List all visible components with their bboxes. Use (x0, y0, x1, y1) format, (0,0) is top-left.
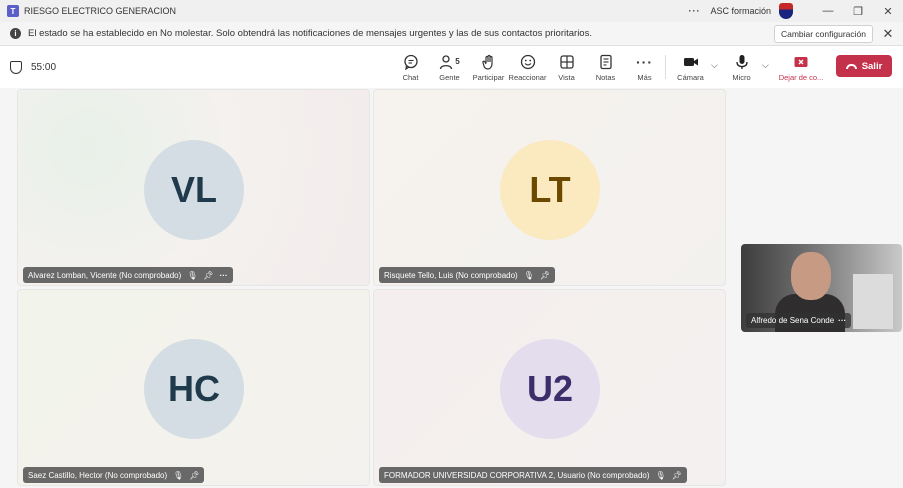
minimize-button[interactable]: — (813, 0, 843, 22)
more-label: Más (637, 72, 652, 82)
people-count-badge: 5 (455, 57, 460, 66)
video-person-face (791, 252, 831, 300)
raise-hand-label: Participar (472, 72, 505, 82)
participant-tile[interactable]: VL Alvarez Lomban, Vicente (No comprobad… (17, 89, 370, 286)
leave-label: Salir (861, 60, 883, 72)
participant-tile[interactable]: U2 FORMADOR UNIVERSIDAD CORPORATIVA 2, U… (373, 289, 726, 486)
stop-sharing-button[interactable]: Dejar de co... (777, 46, 825, 88)
people-icon: 5 (439, 53, 460, 71)
chat-button[interactable]: Chat (391, 46, 430, 88)
leave-button[interactable]: Salir (836, 55, 892, 77)
pin-icon[interactable]: 📌︎ (189, 471, 199, 480)
mic-off-icon: 🎙︎ (187, 270, 198, 280)
view-button[interactable]: Vista (547, 46, 586, 88)
react-label: Reaccionar (508, 72, 547, 82)
notes-label: Notas (595, 72, 616, 82)
mic-options-chevron-icon[interactable]: ⌵ (762, 60, 769, 71)
close-notification-icon[interactable]: ✕ (881, 26, 895, 42)
self-video-nameplate: Alfredo de Sena Conde ··· (746, 313, 852, 328)
pin-icon[interactable]: 📌︎ (540, 271, 550, 280)
more-icon: ··· (636, 53, 653, 70)
pin-icon[interactable]: 📌︎ (203, 271, 213, 280)
meeting-tools: Chat 5 Gente Participar Reaccionar Vista… (391, 46, 664, 88)
chat-icon (403, 53, 419, 71)
notes-icon (598, 53, 614, 71)
stop-sharing-label: Dejar de co... (778, 72, 824, 82)
title-bar: T RIESGO ELECTRICO GENERACION ··· ASC fo… (0, 0, 903, 22)
participant-nameplate: FORMADOR UNIVERSIDAD CORPORATIVA 2, Usua… (379, 467, 687, 483)
participant-name: Alvarez Lomban, Vicente (No comprobado) (28, 270, 182, 280)
self-video-more-icon[interactable]: ··· (838, 316, 846, 325)
participant-avatar: HC (144, 339, 244, 439)
smiley-icon (520, 53, 536, 71)
people-button[interactable]: 5 Gente (430, 46, 469, 88)
meeting-timer: 55:00 (31, 61, 57, 73)
raise-hand-icon (481, 53, 497, 71)
dnd-notification-bar: i El estado se ha establecido en No mole… (0, 22, 903, 46)
camera-label: Cámara (677, 72, 704, 82)
camera-icon (683, 53, 699, 71)
tile-more-icon[interactable]: ··· (220, 271, 228, 280)
participant-name: Saez Castillo, Hector (No comprobado) (28, 470, 168, 480)
more-button[interactable]: ··· Más (625, 46, 664, 88)
participant-avatar: LT (500, 140, 600, 240)
meeting-toolbar: 55:00 Chat 5 Gente Participar Reaccionar… (0, 46, 903, 88)
close-window-button[interactable]: ✕ (873, 0, 903, 22)
mic-button[interactable]: Micro (722, 46, 761, 88)
self-video-name: Alfredo de Sena Conde (751, 316, 835, 325)
participant-avatar: U2 (500, 339, 600, 439)
more-options-icon[interactable]: ··· (688, 6, 700, 16)
participant-tile[interactable]: HC Saez Castillo, Hector (No comprobado)… (17, 289, 370, 486)
toolbar-divider (665, 55, 666, 79)
participant-name: FORMADOR UNIVERSIDAD CORPORATIVA 2, Usua… (384, 470, 650, 480)
participant-nameplate: Alvarez Lomban, Vicente (No comprobado) … (23, 267, 233, 283)
teams-logo-icon: T (7, 5, 19, 17)
view-label: Vista (558, 72, 575, 82)
restore-button[interactable]: ❐ (843, 0, 873, 22)
mic-off-icon: 🎙︎ (655, 470, 666, 480)
mic-label: Micro (732, 72, 751, 82)
mic-off-icon: 🎙︎ (523, 270, 534, 280)
people-label: Gente (439, 72, 460, 82)
raise-hand-button[interactable]: Participar (469, 46, 508, 88)
window-title: RIESGO ELECTRICO GENERACION (24, 6, 177, 16)
stop-share-icon (793, 53, 809, 71)
chat-label: Chat (402, 72, 419, 82)
camera-options-chevron-icon[interactable]: ⌵ (711, 60, 718, 71)
participant-nameplate: Risquete Tello, Luis (No comprobado) 🎙︎ … (379, 267, 556, 283)
participant-avatar: VL (144, 140, 244, 240)
pin-icon[interactable]: 📌︎ (672, 471, 682, 480)
camera-button[interactable]: Cámara (671, 46, 710, 88)
change-settings-button[interactable]: Cambiar configuración (773, 24, 873, 43)
notification-message: El estado se ha establecido en No molest… (28, 28, 592, 39)
react-button[interactable]: Reaccionar (508, 46, 547, 88)
participant-nameplate: Saez Castillo, Hector (No comprobado) 🎙︎… (23, 467, 205, 483)
self-video-tile[interactable]: Alfredo de Sena Conde ··· (741, 244, 902, 332)
background-window (853, 274, 893, 329)
participant-tile[interactable]: LT Risquete Tello, Luis (No comprobado) … (373, 89, 726, 286)
shield-icon[interactable] (10, 60, 22, 74)
hang-up-icon (845, 63, 857, 69)
grid-view-icon (559, 53, 575, 71)
mic-off-icon: 🎙︎ (173, 470, 184, 480)
org-name[interactable]: ASC formación (710, 6, 771, 16)
participant-name: Risquete Tello, Luis (No comprobado) (384, 270, 518, 280)
org-logo-icon[interactable] (779, 3, 793, 19)
notes-button[interactable]: Notas (586, 46, 625, 88)
info-icon: i (10, 28, 21, 39)
microphone-icon (734, 53, 750, 71)
